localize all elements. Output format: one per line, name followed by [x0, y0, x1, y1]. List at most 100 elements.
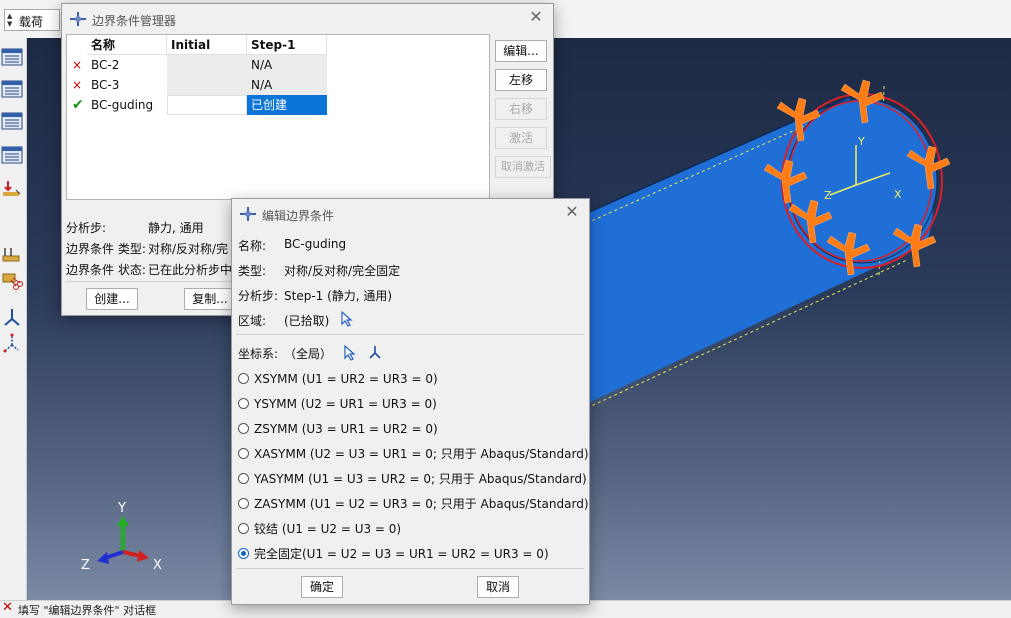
row-status-icon: × — [72, 78, 83, 92]
option-zsymm[interactable]: ZSYMM (U3 = UR1 = UR2 = 0) — [238, 419, 438, 439]
local-x-label: X — [894, 188, 902, 201]
option-label: ZASYMM (U1 = U2 = UR3 = 0; 只用于 Abaqus/St… — [254, 497, 589, 511]
left-toolbar — [0, 38, 27, 600]
option-yasymm[interactable]: YASYMM (U1 = U3 = UR2 = 0; 只用于 Abaqus/St… — [238, 469, 587, 489]
region-label: 区域: — [238, 314, 267, 328]
name-label: 名称: — [238, 239, 267, 253]
step-label: 分析步: — [238, 289, 279, 303]
radio-button[interactable] — [238, 373, 249, 384]
radio-button[interactable] — [238, 498, 249, 509]
option-ysymm[interactable]: YSYMM (U2 = UR1 = UR3 = 0) — [238, 394, 437, 414]
datum-csys-icon[interactable] — [1, 332, 23, 354]
csys-value: （全局） — [284, 347, 333, 361]
table-row-step1[interactable]: N/A — [247, 75, 327, 95]
local-z-label: Z — [824, 189, 832, 202]
bc-type-label: 边界条件 类型: — [66, 242, 146, 256]
bc-status-value: 已在此分析步中 — [148, 263, 233, 277]
copy-button[interactable]: 复制... — [184, 288, 236, 310]
prompt-message: 填写 "编辑边界条件" 对话框 — [18, 604, 157, 617]
load-manager-icon[interactable] — [1, 46, 23, 68]
module-selector[interactable]: ▲ ▼ 载荷 — [4, 9, 60, 31]
predefined-field-manager-icon[interactable] — [1, 110, 23, 132]
table-row-name[interactable]: BC-guding — [87, 95, 167, 115]
option-encastre[interactable]: 完全固定(U1 = U2 = U3 = UR1 = UR2 = UR3 = 0) — [238, 544, 549, 564]
edit-button[interactable]: 编辑... — [495, 40, 547, 62]
radio-button[interactable] — [238, 473, 249, 484]
activate-button[interactable]: 激活 — [495, 127, 547, 149]
table-row-step1-selected[interactable]: 已创建 — [247, 95, 327, 115]
edit-bc-dialog: 编辑边界条件 ✕ 名称: BC-guding 类型: 对称/反对称/完全固定 分… — [231, 198, 590, 605]
create-csys-icon[interactable] — [368, 345, 382, 359]
type-value: 对称/反对称/完全固定 — [284, 264, 401, 278]
radio-button[interactable] — [238, 423, 249, 434]
table-row-step1[interactable]: N/A — [247, 55, 327, 75]
pick-csys-icon[interactable] — [344, 345, 356, 361]
create-bc-icon[interactable] — [1, 244, 23, 266]
ok-button[interactable]: 确定 — [301, 576, 343, 598]
bc-table[interactable]: 名称 Initial Step-1 × BC-2 N/A × BC-3 N/A … — [66, 34, 490, 200]
csys-icon[interactable] — [1, 306, 23, 328]
global-x-label: X — [153, 558, 162, 573]
step-value: 静力, 通用 — [148, 221, 204, 235]
csys-label: 坐标系: — [238, 347, 279, 361]
radio-button-selected[interactable] — [238, 548, 249, 559]
option-label: 铰结 (U1 = U2 = U3 = 0) — [254, 522, 402, 536]
table-row-name[interactable]: BC-2 — [87, 55, 167, 75]
deactivate-button[interactable]: 取消激活 — [495, 156, 551, 178]
create-button[interactable]: 创建... — [86, 288, 138, 310]
step-label: 分析步: — [66, 221, 107, 235]
abaqus-logo-icon — [240, 207, 256, 221]
column-header-name[interactable]: 名称 — [87, 35, 167, 55]
module-label: 载荷 — [19, 15, 44, 29]
global-z-label: Z — [81, 558, 90, 573]
local-y-label: Y — [857, 135, 865, 148]
name-value: BC-guding — [284, 237, 347, 251]
option-pinned[interactable]: 铰结 (U1 = U2 = U3 = 0) — [238, 519, 401, 539]
table-row-initial[interactable] — [167, 75, 247, 95]
column-header-step1[interactable]: Step-1 — [247, 35, 327, 55]
edit-bc-title: 编辑边界条件 — [262, 209, 335, 223]
create-load-icon[interactable] — [1, 178, 23, 200]
bc-type-value: 对称/反对称/完 — [148, 242, 229, 256]
step-value: Step-1 (静力, 通用) — [284, 289, 393, 303]
pick-region-icon[interactable] — [341, 311, 353, 327]
bc-manager-title: 边界条件管理器 — [92, 14, 177, 28]
bc-scissors-icon[interactable] — [1, 270, 23, 292]
bc-manager-icon[interactable] — [1, 78, 23, 100]
bc-manager-titlebar[interactable]: 边界条件管理器 ✕ — [62, 4, 553, 34]
move-left-button[interactable]: 左移 — [495, 69, 547, 91]
divider — [236, 334, 584, 335]
radio-button[interactable] — [238, 523, 249, 534]
row-status-icon: × — [72, 58, 83, 72]
option-label: YASYMM (U1 = U3 = UR2 = 0; 只用于 Abaqus/St… — [254, 472, 587, 486]
cancel-button[interactable]: 取消 — [477, 576, 519, 598]
option-xsymm[interactable]: XSYMM (U1 = UR2 = UR3 = 0) — [238, 369, 438, 389]
region-value: (已拾取) — [284, 314, 330, 328]
close-icon[interactable]: ✕ — [563, 203, 581, 221]
option-xasymm[interactable]: XASYMM (U2 = U3 = UR1 = 0; 只用于 Abaqus/St… — [238, 444, 589, 464]
global-triad — [97, 516, 149, 564]
radio-button[interactable] — [238, 398, 249, 409]
spinner-arrows-icon[interactable]: ▲ ▼ — [7, 12, 15, 28]
option-label: ZSYMM (U3 = UR1 = UR2 = 0) — [254, 422, 438, 436]
bc-status-label: 边界条件 状态: — [66, 263, 146, 277]
type-label: 类型: — [238, 264, 267, 278]
abaqus-logo-icon — [70, 12, 86, 26]
table-row-name[interactable]: BC-3 — [87, 75, 167, 95]
edit-bc-titlebar[interactable]: 编辑边界条件 ✕ — [232, 199, 589, 229]
table-row-initial[interactable] — [167, 95, 247, 115]
option-label: 完全固定(U1 = U2 = U3 = UR1 = UR2 = UR3 = 0) — [254, 547, 549, 561]
option-zasymm[interactable]: ZASYMM (U1 = U2 = UR3 = 0; 只用于 Abaqus/St… — [238, 494, 589, 514]
option-label: XSYMM (U1 = UR2 = UR3 = 0) — [254, 372, 438, 386]
load-case-manager-icon[interactable] — [1, 144, 23, 166]
column-header-initial[interactable]: Initial — [167, 35, 247, 55]
option-label: XASYMM (U2 = U3 = UR1 = 0; 只用于 Abaqus/St… — [254, 447, 589, 461]
radio-button[interactable] — [238, 448, 249, 459]
option-label: YSYMM (U2 = UR1 = UR3 = 0) — [254, 397, 437, 411]
cancel-prompt-icon[interactable]: ✕ — [2, 600, 13, 615]
divider — [236, 568, 584, 569]
table-row-initial[interactable] — [167, 55, 247, 75]
global-y-label: Y — [117, 501, 126, 516]
move-right-button[interactable]: 右移 — [495, 98, 547, 120]
close-icon[interactable]: ✕ — [527, 8, 545, 26]
